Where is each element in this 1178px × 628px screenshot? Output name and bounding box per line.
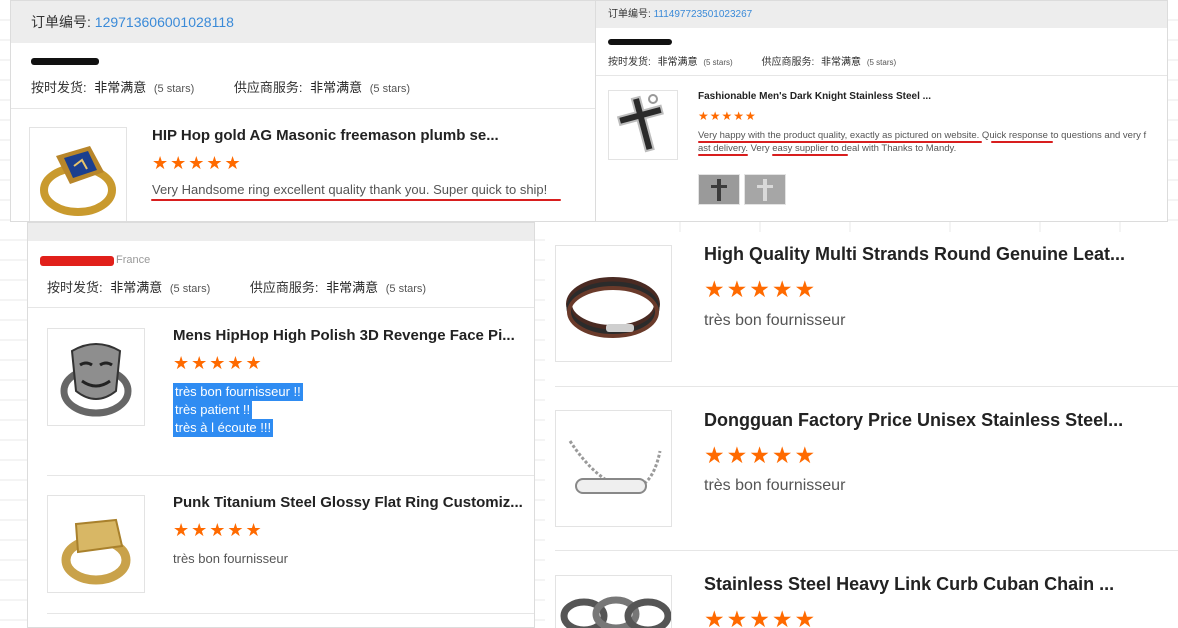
review-line: ast delivery. Very easy supplier to deal… [698,143,957,154]
review-line: très à l écoute !!! [173,419,274,437]
product-image-cuban-chain[interactable] [555,575,672,628]
product-title[interactable]: Stainless Steel Heavy Link Curb Cuban Ch… [704,574,1114,595]
review-photo-2[interactable] [744,174,786,205]
product-image-flat-ring[interactable] [47,495,145,593]
annotation-underline [698,154,748,156]
product-image-revenge-ring[interactable] [47,328,145,426]
rating-stars: ★★★★★ [704,442,818,468]
on-time-stars: (5 stars) [153,83,195,95]
supplier-value: 非常满意 [326,280,379,295]
on-time-value: 非常满意 [110,280,163,295]
order-panel-2: 订单编号: 111497723501023267 按时发货: 非常满意 (5 s… [595,0,1168,222]
redacted-username [608,39,672,45]
supplier-value: 非常满意 [821,57,862,68]
order-number-link[interactable]: 129713606001028118 [95,14,234,30]
rating-stars: ★★★★★ [698,109,757,123]
review-line: très bon fournisseur !! [173,383,303,401]
rating-row-3: 按时发货: 非常满意 (5 stars) 供应商服务: 非常满意 (5 star… [47,277,426,296]
on-time-value: 非常满意 [94,80,147,95]
rating-row-1: 按时发货: 非常满意 (5 stars) 供应商服务: 非常满意 (5 star… [31,77,410,96]
annotation-underline [772,154,848,156]
supplier-stars: (5 stars) [866,58,897,67]
product-image-leather-bracelet[interactable] [555,245,672,362]
review-text: très bon fournisseur [173,551,288,566]
mask-ring-icon [60,343,132,417]
masonic-ring-icon [40,146,116,216]
product-title[interactable]: HIP Hop gold AG Masonic freemason plumb … [152,127,499,144]
photo-icon [757,179,773,201]
cross-pendant-icon [616,94,664,153]
review-text-highlighted: très bon fournisseur !! très patient !! … [173,383,303,437]
order-panel-3: France 按时发货: 非常满意 (5 stars) 供应商服务: 非常满意 … [27,222,535,628]
chain-icon [560,596,671,628]
order-header-3 [28,223,534,241]
order-header-2: 订单编号: 111497723501023267 [596,1,1167,28]
order-number-label: 订单编号: [31,14,91,30]
rating-stars: ★★★★★ [704,606,818,628]
on-time-label: 按时发货: [47,280,103,295]
on-time-stars: (5 stars) [169,283,211,295]
bracelet-icon [566,277,660,338]
on-time-label: 按时发货: [31,80,87,95]
rating-stars: ★★★★★ [704,276,818,302]
order-panel-1: 订单编号: 129713606001028118 按时发货: 非常满意 (5 s… [10,0,610,222]
divider [47,475,534,476]
rating-stars: ★★★★★ [173,520,264,540]
product-title[interactable]: Mens HipHop High Polish 3D Revenge Face … [173,327,515,344]
divider [555,386,1178,387]
bracelet-icon [568,440,662,494]
redacted-username [31,58,99,65]
order-number-link[interactable]: 111497723501023267 [654,9,753,20]
product-title[interactable]: Punk Titanium Steel Glossy Flat Ring Cus… [173,494,523,511]
order-number-label: 订单编号: [608,9,651,20]
on-time-stars: (5 stars) [703,58,733,67]
review-text: très bon fournisseur [704,477,846,494]
review-line: très patient !! [173,401,253,419]
divider [11,108,609,109]
order-header-1: 订单编号: 129713606001028118 [11,1,609,43]
supplier-stars: (5 stars) [369,83,411,95]
product-image-cross-pendant[interactable] [608,90,678,160]
divider [28,307,534,308]
rating-row-2: 按时发货: 非常满意 (5 stars) 供应商服务: 非常满意 (5 star… [608,53,896,68]
photo-icon [711,179,727,201]
annotation-underline [991,141,1053,143]
review-text: très bon fournisseur [704,312,846,329]
product-title[interactable]: High Quality Multi Strands Round Genuine… [704,244,1125,265]
supplier-value: 非常满意 [310,80,363,95]
annotation-underline [698,141,982,143]
product-image-chain-bracelet[interactable] [555,410,672,527]
divider [47,613,534,614]
review-text: Very Handsome ring excellent quality tha… [152,182,548,197]
supplier-label: 供应商服务: [249,280,319,295]
on-time-label: 按时发货: [608,57,651,68]
supplier-label: 供应商服务: [233,80,303,95]
divider [596,75,1167,76]
annotation-underline [151,199,561,201]
on-time-value: 非常满意 [657,57,698,68]
divider [555,550,1178,551]
product-image-ring-masonic[interactable] [29,127,127,221]
product-title[interactable]: Fashionable Men's Dark Knight Stainless … [698,91,931,102]
right-product-list: High Quality Multi Strands Round Genuine… [545,232,1178,628]
redacted-username [40,256,114,266]
supplier-stars: (5 stars) [385,283,427,295]
buyer-country: France [116,254,151,266]
gold-ring-icon [61,518,131,585]
review-photo-1[interactable] [698,174,740,205]
product-title[interactable]: Dongguan Factory Price Unisex Stainless … [704,410,1123,431]
rating-stars: ★★★★★ [152,153,243,173]
rating-stars: ★★★★★ [173,353,264,373]
supplier-label: 供应商服务: [761,57,815,68]
